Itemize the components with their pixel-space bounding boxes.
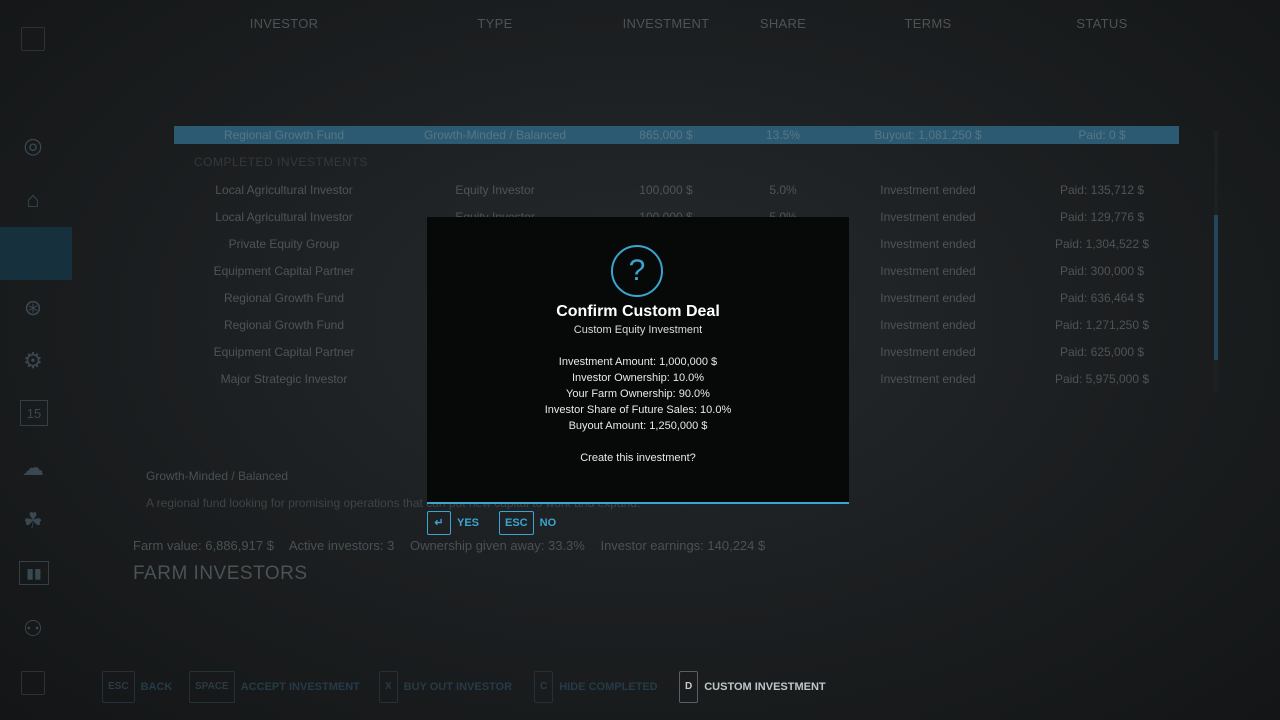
esc-key: ESC	[499, 511, 534, 536]
col-header-share[interactable]: SHARE	[743, 16, 823, 31]
cell-terms: Investment ended	[880, 210, 976, 224]
question-icon: ?	[611, 245, 663, 297]
no-button[interactable]: ESC NO	[499, 511, 557, 536]
back-key: ESC	[102, 671, 135, 703]
cell-investor: Regional Growth Fund	[223, 318, 345, 332]
cell-investor: Equipment Capital Partner	[213, 264, 355, 278]
sidebar-item-active[interactable]	[0, 227, 72, 280]
cell-status: Paid: 300,000 $	[1059, 264, 1145, 278]
custom-key: D	[679, 671, 699, 703]
cell-type: Growth-Minded / Balanced	[423, 128, 567, 142]
cell-terms: Investment ended	[880, 183, 976, 197]
dialog-line-investment-amount: Investment Amount: 1,000,000 $	[558, 356, 718, 368]
detail-type: Growth-Minded / Balanced	[146, 469, 289, 483]
buyout-key: X	[379, 671, 398, 703]
cell-status: Paid: 1,271,250 $	[1054, 318, 1150, 332]
cell-status: Paid: 5,975,000 $	[1054, 372, 1150, 386]
cell-terms: Investment ended	[880, 372, 976, 386]
cell-terms: Investment ended	[880, 291, 976, 305]
col-header-status[interactable]: STATUS	[1052, 16, 1152, 31]
enter-key-icon: ↵	[427, 511, 451, 536]
buyout-label: BUY OUT INVESTOR	[403, 680, 513, 693]
cell-status: Paid: 636,464 $	[1059, 291, 1145, 305]
no-label: NO	[539, 517, 557, 529]
ownership-given: Ownership given away: 33.3%	[409, 538, 585, 553]
calendar-day: 15	[26, 406, 42, 421]
gear-icon[interactable]: ⚙	[18, 346, 48, 376]
dialog-line-investor-share: Investor Share of Future Sales: 10.0%	[544, 404, 732, 416]
scrollbar-thumb[interactable]	[1214, 215, 1218, 360]
hide-completed-button[interactable]: C HIDE COMPLETED	[534, 671, 658, 703]
cell-status: Paid: 1,304,522 $	[1054, 237, 1150, 251]
back-label: BACK	[140, 680, 173, 693]
farm-stats: Farm value: 6,886,917 $ Active investors…	[133, 538, 777, 553]
cell-share: 5.0%	[769, 183, 797, 197]
chart-icon[interactable]: ▮▮	[19, 561, 49, 585]
calendar-icon[interactable]: 15	[20, 400, 48, 426]
accept-label: ACCEPT INVESTMENT	[240, 680, 360, 693]
table-row[interactable]: Local Agricultural Investor Equity Invest…	[174, 181, 1179, 199]
col-header-investor[interactable]: INVESTOR	[234, 16, 334, 31]
section-completed-label: COMPLETED INVESTMENTS	[194, 155, 368, 169]
cell-investment: 865,000 $	[639, 128, 693, 142]
cell-investor: Regional Growth Fund	[223, 128, 345, 142]
confirm-dialog: ? Confirm Custom Deal Custom Equity Inve…	[427, 217, 849, 504]
custom-label: CUSTOM INVESTMENT	[704, 680, 826, 693]
dialog-title: Confirm Custom Deal	[556, 303, 720, 320]
investor-earnings: Investor earnings: 140,224 $	[600, 538, 766, 553]
col-header-terms[interactable]: TERMS	[878, 16, 978, 31]
cell-investor: Local Agricultural Investor	[215, 183, 353, 197]
yes-label: YES	[457, 517, 480, 529]
action-bar: ESC BACK SPACE ACCEPT INVESTMENT X BUY OUT …	[102, 671, 862, 703]
custom-investment-button[interactable]: D CUSTOM INVESTMENT	[679, 671, 826, 703]
cell-investor: Regional Growth Fund	[223, 291, 345, 305]
cell-status: Paid: 135,712 $	[1059, 183, 1145, 197]
dialog-line-buyout-amount: Buyout Amount: 1,250,000 $	[568, 420, 708, 432]
growth-icon[interactable]: ☘	[18, 506, 48, 536]
accept-investment-button[interactable]: SPACE ACCEPT INVESTMENT	[189, 671, 360, 703]
dialog-line-investor-ownership: Investor Ownership: 10.0%	[571, 372, 705, 384]
menu-toggle-icon[interactable]	[21, 27, 45, 51]
cell-status: Paid: 129,776 $	[1059, 210, 1145, 224]
col-header-type[interactable]: TYPE	[445, 16, 545, 31]
cell-terms: Buyout: 1,081,250 $	[874, 128, 982, 142]
dialog-question: Create this investment?	[580, 452, 696, 464]
yes-button[interactable]: ↵ YES	[427, 511, 480, 536]
sidebar: ◎ ⌂ ⊛ ⚙ 15 ☁ ☘ ▮▮ ⚇	[0, 0, 72, 720]
cell-investor: Equipment Capital Partner	[213, 345, 355, 359]
cell-share: 13.5%	[765, 128, 801, 142]
cell-type: Equity Investor	[455, 183, 535, 197]
cell-terms: Investment ended	[880, 318, 976, 332]
cell-terms: Investment ended	[880, 264, 976, 278]
buy-out-investor-button[interactable]: X BUY OUT INVESTOR	[379, 671, 512, 703]
people-icon[interactable]: ⚇	[18, 614, 48, 644]
dialog-line-your-ownership: Your Farm Ownership: 90.0%	[566, 388, 710, 400]
col-header-investment[interactable]: INVESTMENT	[606, 16, 726, 31]
page-title: FARM INVESTORS	[133, 563, 308, 584]
bank-icon[interactable]: ⌂	[18, 185, 48, 215]
back-button[interactable]: ESC BACK	[102, 671, 172, 703]
accept-key: SPACE	[189, 671, 235, 703]
cell-terms: Investment ended	[880, 237, 976, 251]
dialog-subtitle: Custom Equity Investment	[573, 324, 703, 336]
farm-value: Farm value: 6,886,917 $	[133, 538, 274, 553]
weather-icon[interactable]: ☁	[18, 453, 48, 483]
cell-investor: Major Strategic Investor	[220, 372, 348, 386]
cell-investment: 100,000 $	[639, 183, 693, 197]
cell-terms: Investment ended	[880, 345, 976, 359]
back-icon[interactable]	[21, 671, 45, 695]
table-row-selected[interactable]: Regional Growth Fund Growth-Minded / Bal…	[174, 126, 1179, 144]
cell-status: Paid: 625,000 $	[1059, 345, 1145, 359]
hide-label: HIDE COMPLETED	[559, 680, 658, 693]
hide-key: C	[534, 671, 554, 703]
active-investors: Active investors: 3	[288, 538, 395, 553]
cell-investor: Local Agricultural Investor	[215, 210, 353, 224]
steering-wheel-icon[interactable]: ⊛	[18, 293, 48, 323]
dialog-buttons: ↵ YES ESC NO	[427, 511, 587, 537]
cell-investor: Private Equity Group	[228, 237, 340, 251]
cell-status: Paid: 0 $	[1078, 128, 1126, 142]
globe-icon[interactable]: ◎	[18, 131, 48, 161]
